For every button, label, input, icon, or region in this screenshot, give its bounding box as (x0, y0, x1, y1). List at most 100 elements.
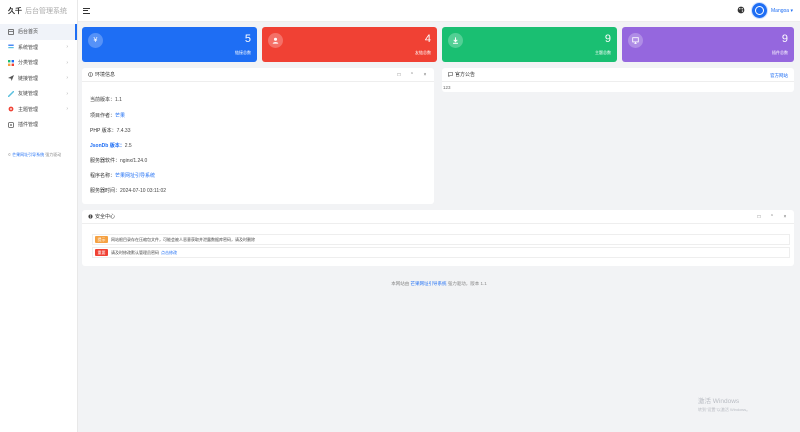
avatar[interactable] (751, 2, 768, 19)
stat-value: 4 (424, 33, 431, 45)
sidebar-footer-link[interactable]: 芒果网址引导系统 (12, 152, 44, 157)
alert-text: 网站根目录存在压缩包文件，可能会被人恶意获取并泄露数据库密码，请及时删除 (111, 236, 255, 242)
download-icon (448, 33, 463, 48)
collapse-icon[interactable]: ⌃ (409, 72, 415, 78)
link-icon (8, 90, 14, 97)
sidebar-item-dashboard[interactable]: 后台首页 (0, 24, 77, 40)
footer-link[interactable]: 芒果网址引导系统 (410, 281, 446, 286)
theme-icon (8, 106, 14, 112)
category-icon (8, 59, 14, 66)
user-icon (268, 33, 283, 48)
stat-label: 链接总数 (235, 50, 251, 55)
dashboard-icon (8, 28, 14, 35)
env-key: 程序名称： (90, 173, 116, 179)
sidebar-footer: © 芒果网址引导系统 强力驱动 (8, 152, 61, 158)
info-icon (88, 72, 93, 77)
windows-activation-watermark: 激活 Windows 转到"设置"以激活 Windows。 (698, 395, 750, 413)
notice-panel: 官方公告 官方网站 123 (442, 68, 794, 92)
stat-card-friendlinks: 4 友链总数 (262, 27, 437, 62)
notice-content: 123 (443, 85, 451, 90)
stat-value: 9 (604, 33, 611, 45)
alert-text: 请及时修改默认管理员密码 (111, 249, 159, 255)
security-panel: 安全中心 □ ⌃ × 提示 网站根目录存在压缩包文件，可能会被人恶意获取并泄露数… (82, 210, 794, 266)
env-row-time: 服务器时间：2024-07-10 03:11:02 (90, 187, 166, 194)
sidebar-footer-text: 强力驱动 (45, 152, 62, 157)
footer-suffix: 强力驱动，版本 1.1 (447, 281, 487, 286)
copyright-icon: © (8, 152, 11, 157)
maximize-icon[interactable]: □ (756, 214, 762, 220)
sidebar-item-label: 后台首页 (18, 29, 39, 36)
env-value-link[interactable]: 芒果 (115, 113, 125, 119)
chevron-right-icon: › (66, 75, 68, 82)
close-icon[interactable]: × (782, 214, 788, 220)
env-row-php: PHP 版本：7.4.33 (90, 127, 131, 134)
env-value: 2.5 (124, 143, 132, 149)
yen-icon: ¥ (88, 33, 103, 48)
menu-toggle-icon[interactable] (83, 6, 92, 15)
sidebar-item-label: 友链管理 (18, 91, 39, 98)
sidebar-item-friendlinks[interactable]: 友链管理 › (0, 86, 77, 102)
sidebar-item-label: 插件管理 (18, 122, 39, 129)
logo-name: 后台管理系统 (25, 8, 67, 15)
env-value: 7.4.33 (116, 128, 131, 134)
stat-label: 主题总数 (595, 50, 611, 55)
shield-icon (88, 214, 93, 219)
sidebar-item-plugins[interactable]: 插件管理 (0, 117, 77, 133)
env-key: JsonDb 版本： (90, 143, 125, 149)
panel-header: 环境信息 (82, 68, 434, 82)
stat-value: 5 (244, 33, 251, 45)
logo-mark: 久千 (8, 6, 22, 15)
stat-value: 9 (781, 33, 788, 45)
collapse-icon[interactable]: ⌃ (769, 214, 775, 220)
sidebar-item-label: 分类管理 (18, 60, 39, 67)
chevron-right-icon: › (66, 59, 68, 66)
env-key: PHP 版本： (90, 128, 117, 134)
stat-card-themes: 9 主题总数 (442, 27, 617, 62)
sidebar-menu: 后台首页 系统管理 › 分类管理 › 链接管理 › 友链管理 › 主题管理 › … (0, 24, 77, 133)
alert-tag: 提示 (95, 236, 108, 243)
panel-title: 安全中心 (95, 214, 116, 220)
sidebar-item-links[interactable]: 链接管理 › (0, 71, 77, 87)
username-menu[interactable]: Mangoa ▾ (771, 8, 793, 14)
env-key: 服务器软件： (90, 158, 121, 164)
env-key: 当前版本： (90, 97, 116, 103)
panel-title: 环境信息 (95, 72, 116, 78)
sidebar-item-system[interactable]: 系统管理 › (0, 40, 77, 56)
chevron-down-icon: ▾ (790, 8, 793, 14)
env-value: 2024-07-10 03:11:02 (120, 188, 167, 194)
env-row-version: 当前版本：1.1 (90, 96, 122, 103)
alert-tag: 重要 (95, 249, 108, 256)
panel-header: 官方公告 (442, 68, 794, 82)
env-value-link[interactable]: 芒果网址引导系统 (115, 173, 155, 179)
settings-icon (8, 44, 14, 50)
palette-icon[interactable] (737, 6, 745, 14)
official-site-link[interactable]: 官方网站 (770, 73, 788, 79)
chevron-right-icon: › (66, 90, 68, 97)
sidebar: 久千 后台管理系统 后台首页 系统管理 › 分类管理 › 链接管理 › 友链管理… (0, 0, 78, 432)
stat-label: 插件总数 (772, 50, 788, 55)
watermark-title: 激活 Windows (698, 398, 740, 405)
send-icon (8, 75, 14, 82)
alert-item: 重要 请及时修改默认管理员密码 点击修改 (92, 247, 790, 258)
env-row-author: 项目作者：芒果 (90, 112, 125, 119)
monitor-icon (628, 33, 643, 48)
stat-label: 友链总数 (415, 50, 431, 55)
panel-title: 官方公告 (455, 72, 476, 78)
message-icon (448, 72, 453, 77)
sidebar-item-themes[interactable]: 主题管理 › (0, 102, 77, 118)
env-key: 项目作者： (90, 113, 116, 119)
change-password-link[interactable]: 点击修改 (161, 250, 177, 256)
close-icon[interactable]: × (422, 72, 428, 78)
chevron-right-icon: › (66, 44, 68, 51)
maximize-icon[interactable]: □ (396, 72, 402, 78)
sidebar-item-label: 链接管理 (18, 75, 39, 82)
page-footer: 本网站由 芒果网址引导系统 强力驱动，版本 1.1 (78, 281, 800, 287)
sidebar-item-category[interactable]: 分类管理 › (0, 55, 77, 71)
top-bar: Mangoa ▾ (78, 0, 800, 22)
stat-card-plugins: 9 插件总数 (622, 27, 794, 62)
logo[interactable]: 久千 后台管理系统 (0, 0, 77, 22)
chevron-right-icon: › (66, 106, 68, 113)
watermark-subtitle: 转到"设置"以激活 Windows。 (698, 407, 751, 412)
env-value: nginx/1.24.0 (120, 158, 148, 164)
env-value: 1.1 (115, 97, 122, 103)
